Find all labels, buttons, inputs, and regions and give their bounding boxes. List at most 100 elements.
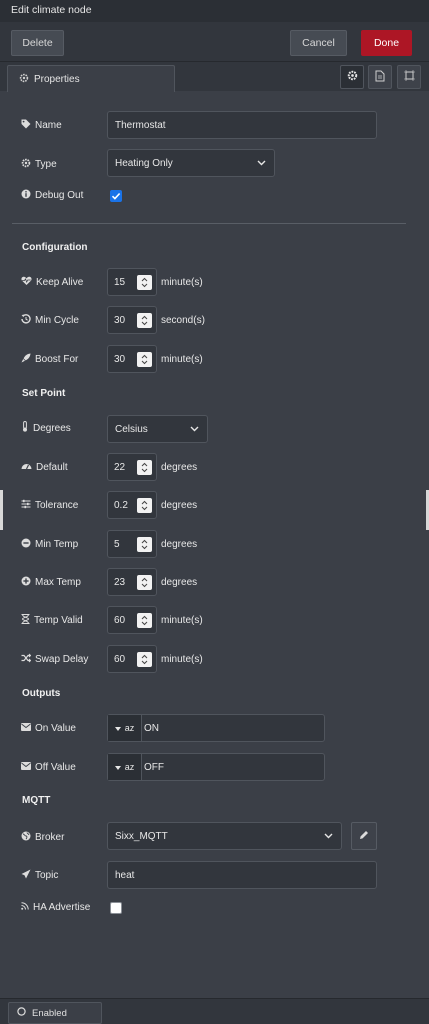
type-select[interactable]: Heating Only xyxy=(107,149,275,177)
caret-down-icon xyxy=(114,723,121,733)
tolerance-label: Tolerance xyxy=(21,498,78,512)
boost-for-unit: minute(s) xyxy=(161,353,203,365)
plus-circle-icon xyxy=(21,576,31,589)
settings-tab-button[interactable] xyxy=(340,65,364,89)
tolerance-unit: degrees xyxy=(161,499,198,511)
chevron-down-icon xyxy=(257,158,266,169)
caret-down-icon xyxy=(114,762,121,772)
temp-valid-unit: minute(s) xyxy=(161,614,203,626)
frame-icon xyxy=(403,70,415,84)
degrees-label: Degrees xyxy=(21,421,71,435)
off-value-label: Off Value xyxy=(21,760,76,774)
broker-label: Broker xyxy=(21,830,64,844)
send-icon xyxy=(21,869,31,882)
boost-for-label: Boost For xyxy=(21,352,78,366)
min-temp-unit: degrees xyxy=(161,538,198,550)
value-type-button[interactable]: az xyxy=(108,754,142,780)
temp-valid-input[interactable]: 60 xyxy=(107,606,157,634)
off-value-input[interactable]: OFF xyxy=(142,754,164,780)
value-type-button[interactable]: az xyxy=(108,715,142,741)
resize-handle-left[interactable] xyxy=(0,490,3,530)
envelope-icon xyxy=(21,761,31,773)
name-input[interactable]: Thermostat xyxy=(107,111,377,139)
hourglass-icon xyxy=(21,613,30,627)
on-value-label: On Value xyxy=(21,721,76,735)
cancel-button[interactable]: Cancel xyxy=(290,30,347,56)
divider xyxy=(12,223,406,224)
window-title: Edit climate node xyxy=(0,0,429,22)
chevron-down-icon xyxy=(190,424,199,435)
tag-icon xyxy=(21,119,31,132)
swap-delay-label: Swap Delay xyxy=(21,652,88,666)
keep-alive-input[interactable]: 15 xyxy=(107,268,157,296)
gear-icon xyxy=(21,158,31,171)
off-value-typed-input[interactable]: az OFF xyxy=(107,753,325,781)
default-unit: degrees xyxy=(161,461,198,473)
thermometer-icon xyxy=(21,421,29,435)
spinner-arrows-icon[interactable] xyxy=(137,275,152,290)
envelope-icon xyxy=(21,722,31,734)
spinner-arrows-icon[interactable] xyxy=(137,352,152,367)
done-button[interactable]: Done xyxy=(361,30,412,56)
rss-icon xyxy=(21,901,29,913)
tab-properties[interactable]: Properties xyxy=(7,65,175,92)
appearance-tab-button[interactable] xyxy=(397,65,421,89)
on-value-input[interactable]: ON xyxy=(142,715,159,741)
string-type-glyph: az xyxy=(124,762,135,772)
spinner-arrows-icon[interactable] xyxy=(137,652,152,667)
min-temp-label: Min Temp xyxy=(21,537,78,551)
toolbar: Delete Cancel Done xyxy=(0,22,429,62)
heartbeat-icon xyxy=(21,276,32,289)
circle-icon xyxy=(17,1007,26,1019)
debug-checkbox[interactable] xyxy=(110,190,122,202)
chevron-down-icon xyxy=(324,831,333,842)
swap-delay-input[interactable]: 60 xyxy=(107,645,157,673)
type-label: Type xyxy=(21,157,57,171)
ha-advertise-checkbox[interactable] xyxy=(110,902,122,914)
description-tab-button[interactable] xyxy=(368,65,392,89)
boost-for-input[interactable]: 30 xyxy=(107,345,157,373)
spinner-arrows-icon[interactable] xyxy=(137,537,152,552)
max-temp-unit: degrees xyxy=(161,576,198,588)
gear-icon xyxy=(347,70,358,84)
string-type-glyph: az xyxy=(124,723,135,733)
set-point-heading: Set Point xyxy=(22,388,66,399)
topic-input[interactable]: heat xyxy=(107,861,377,889)
tolerance-input[interactable]: 0.2 xyxy=(107,491,157,519)
spinner-arrows-icon[interactable] xyxy=(137,313,152,328)
max-temp-input[interactable]: 23 xyxy=(107,568,157,596)
globe-icon xyxy=(21,831,31,844)
gear-icon xyxy=(19,73,29,86)
degrees-select[interactable]: Celsius xyxy=(107,415,208,443)
outputs-heading: Outputs xyxy=(22,688,61,699)
max-temp-label: Max Temp xyxy=(21,575,81,589)
min-temp-input[interactable]: 5 xyxy=(107,530,157,558)
default-input[interactable]: 22 xyxy=(107,453,157,481)
spinner-arrows-icon[interactable] xyxy=(137,575,152,590)
temp-valid-label: Temp Valid xyxy=(21,613,83,627)
pencil-icon xyxy=(359,830,369,843)
configuration-heading: Configuration xyxy=(22,242,88,253)
edit-broker-button[interactable] xyxy=(351,822,377,850)
min-cycle-unit: second(s) xyxy=(161,314,205,326)
broker-select[interactable]: Sixx_MQTT xyxy=(107,822,342,850)
swap-delay-unit: minute(s) xyxy=(161,653,203,665)
spinner-arrows-icon[interactable] xyxy=(137,613,152,628)
topic-label: Topic xyxy=(21,868,58,882)
spinner-arrows-icon[interactable] xyxy=(137,498,152,513)
tab-properties-label: Properties xyxy=(34,73,80,85)
min-cycle-label: Min Cycle xyxy=(21,313,79,327)
mqtt-heading: MQTT xyxy=(22,795,51,806)
default-label: Default xyxy=(21,460,68,474)
history-icon xyxy=(21,313,31,327)
on-value-typed-input[interactable]: az ON xyxy=(107,714,325,742)
dashboard-icon xyxy=(21,461,32,474)
check-icon xyxy=(111,192,121,200)
delete-button[interactable]: Delete xyxy=(11,30,64,56)
spinner-arrows-icon[interactable] xyxy=(137,460,152,475)
shuffle-icon xyxy=(21,653,32,666)
enabled-toggle[interactable]: Enabled xyxy=(8,1002,102,1024)
min-cycle-input[interactable]: 30 xyxy=(107,306,157,334)
keep-alive-label: Keep Alive xyxy=(21,275,83,289)
debug-label: Debug Out xyxy=(21,188,83,202)
